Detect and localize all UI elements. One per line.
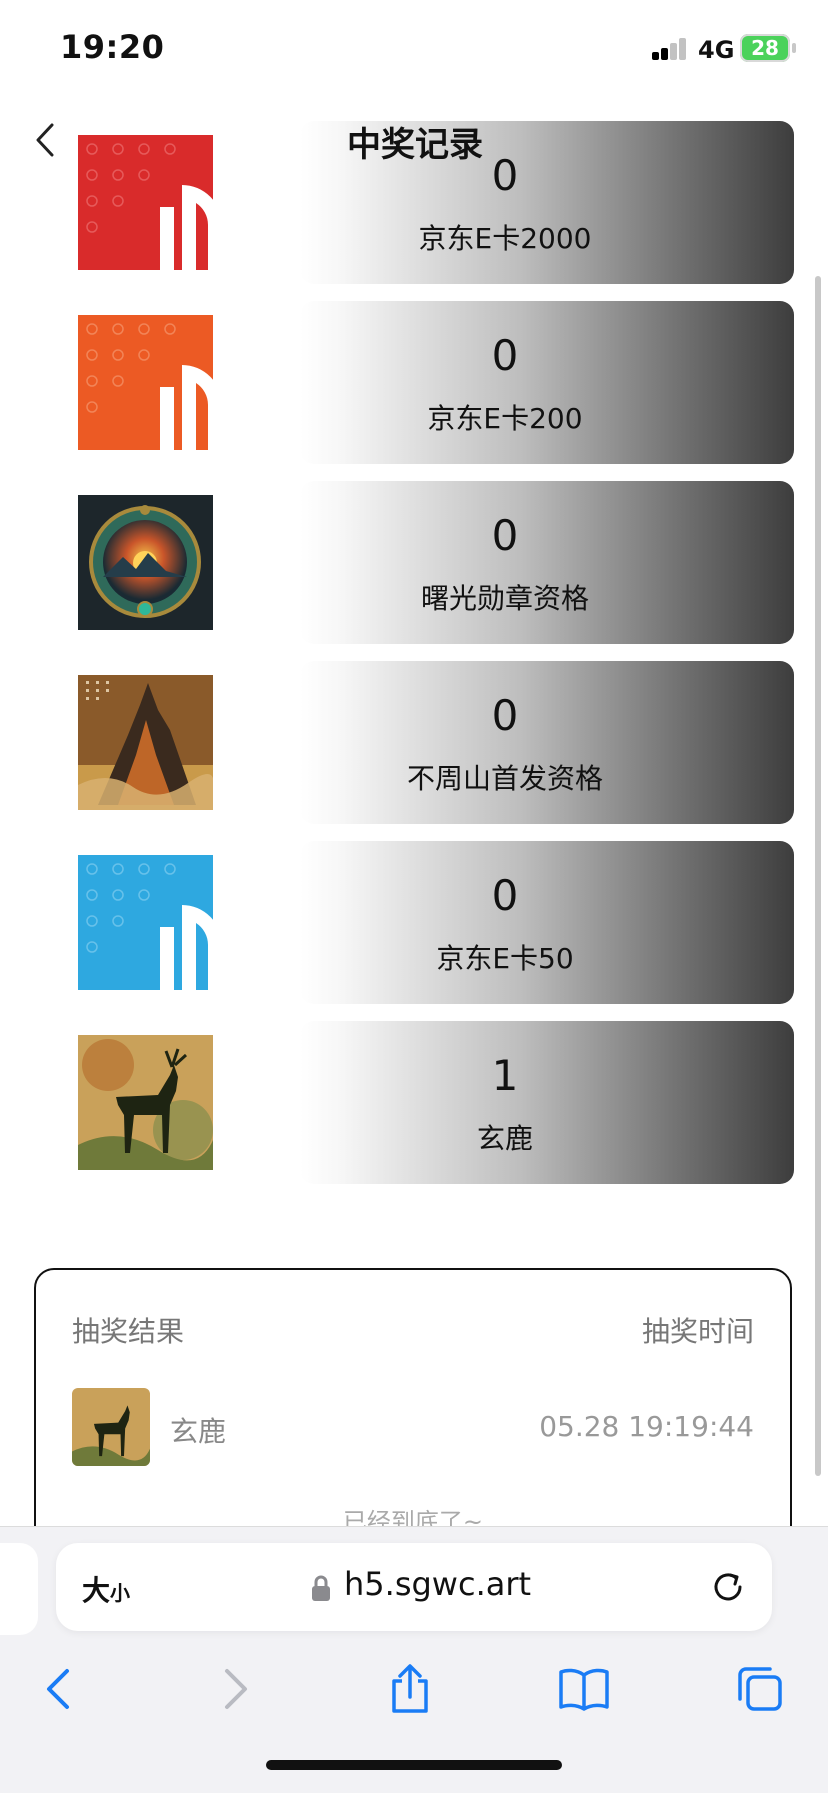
deer-thumbnail-image — [72, 1388, 150, 1466]
jd-card-blue-image — [78, 855, 213, 990]
chevron-left-icon — [47, 1669, 69, 1709]
text-size-small: 小 — [110, 1581, 131, 1605]
battery-icon: 28 — [740, 34, 790, 62]
prize-name: 京东E卡50 — [436, 942, 574, 975]
result-prize-name: 玄鹿 — [170, 1415, 227, 1448]
back-nav-button[interactable] — [26, 1657, 90, 1721]
reload-icon[interactable] — [708, 1567, 748, 1607]
browser-toolbar: 大小 h5.sgwc.art — [0, 1526, 828, 1793]
jd-card-orange-image — [78, 315, 213, 450]
prize-card: 0 曙光勋章资格 — [300, 481, 794, 644]
bookmarks-button[interactable] — [552, 1657, 616, 1721]
prize-count: 0 — [491, 871, 519, 920]
forward-nav-button[interactable] — [204, 1657, 268, 1721]
share-icon — [392, 1664, 428, 1713]
result-time: 05.28 19:19:44 — [539, 1410, 754, 1443]
prize-count: 1 — [491, 1051, 519, 1100]
text-size-button[interactable]: 大小 — [82, 1569, 130, 1609]
share-button[interactable] — [378, 1657, 442, 1721]
network-type: 4G — [698, 36, 735, 64]
deer-painting-image — [78, 1035, 213, 1170]
prize-card: 0 京东E卡200 — [300, 301, 794, 464]
result-header-label: 抽奖结果 — [72, 1315, 185, 1348]
address-bar[interactable]: 大小 h5.sgwc.art — [56, 1543, 772, 1631]
battery-level: 28 — [751, 36, 779, 60]
previous-tab-preview[interactable] — [0, 1543, 38, 1635]
prize-card: 0 不周山首发资格 — [300, 661, 794, 824]
time-header-label: 抽奖时间 — [641, 1315, 754, 1348]
signal-icon — [652, 38, 688, 60]
prize-count: 0 — [491, 511, 519, 560]
lock-icon — [312, 1575, 330, 1601]
chevron-right-icon — [225, 1669, 247, 1709]
prize-name: 京东E卡200 — [427, 402, 583, 435]
prize-name: 不周山首发资格 — [406, 762, 603, 795]
tabs-button[interactable] — [728, 1657, 792, 1721]
status-time: 19:20 — [60, 28, 165, 66]
battery-nub — [792, 43, 796, 53]
url-text[interactable]: h5.sgwc.art — [344, 1565, 531, 1603]
text-size-big: 大 — [82, 1574, 111, 1607]
prize-count: 0 — [491, 691, 519, 740]
draw-result-panel: 抽奖结果 抽奖时间 玄鹿 05.28 19:19:44 已经到底了~ — [34, 1268, 792, 1568]
prize-row: 0 曙光勋章资格 — [0, 481, 828, 644]
prize-name: 曙光勋章资格 — [420, 582, 589, 615]
prize-row: 1 玄鹿 — [0, 1021, 828, 1184]
mountain-painting-image — [78, 675, 213, 810]
status-bar: 19:20 4G 28 — [0, 0, 828, 100]
prize-row: 0 不周山首发资格 — [0, 661, 828, 824]
tabs-icon — [738, 1667, 782, 1711]
prize-row: 0 京东E卡50 — [0, 841, 828, 1004]
sunrise-medal-image — [78, 495, 213, 630]
prize-card: 0 京东E卡50 — [300, 841, 794, 1004]
home-indicator[interactable] — [266, 1760, 562, 1770]
prize-name: 京东E卡2000 — [418, 222, 592, 255]
book-icon — [559, 1668, 609, 1711]
page-title: 中奖记录 — [347, 125, 483, 165]
jd-card-red-image — [78, 135, 213, 270]
prize-name: 玄鹿 — [476, 1122, 533, 1155]
prize-card: 1 玄鹿 — [300, 1021, 794, 1184]
prize-count: 0 — [491, 331, 519, 380]
prize-row: 0 京东E卡200 — [0, 301, 828, 464]
